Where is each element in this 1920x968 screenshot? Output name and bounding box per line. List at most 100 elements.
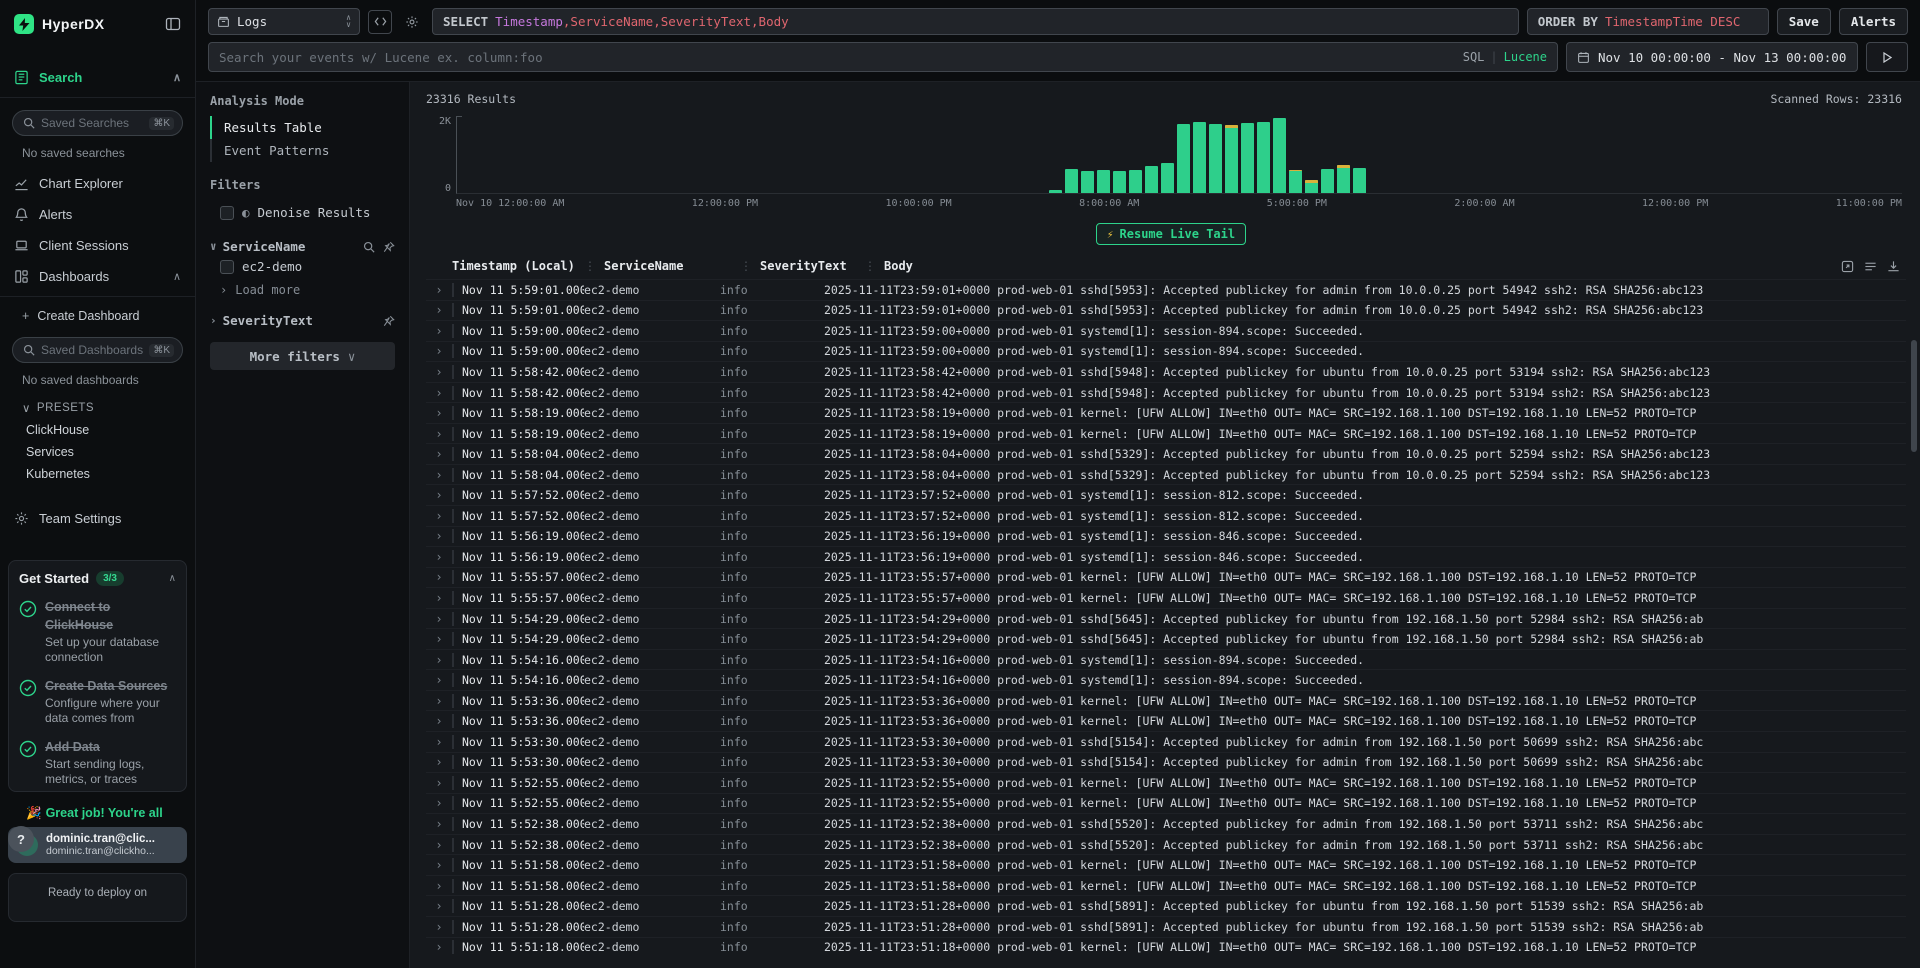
sidebar-item-client-sessions[interactable]: Client Sessions xyxy=(0,230,195,261)
row-expand-icon[interactable]: › xyxy=(426,694,452,708)
code-icon[interactable] xyxy=(368,10,392,34)
more-filters-button[interactable]: More filters ∨ xyxy=(210,342,395,370)
row-expand-icon[interactable]: › xyxy=(426,550,452,564)
pin-icon[interactable] xyxy=(383,315,395,327)
filter-value-ec2-demo[interactable]: ec2-demo xyxy=(210,254,395,279)
row-expand-icon[interactable]: › xyxy=(426,899,452,913)
table-row[interactable]: › Nov 11 5:54:16.000 PM ec2-demo info 20… xyxy=(426,649,1906,670)
histogram-bar[interactable] xyxy=(1097,170,1110,193)
table-row[interactable]: › Nov 11 5:53:36.000 PM ec2-demo info 20… xyxy=(426,690,1906,711)
table-row[interactable]: › Nov 11 5:52:38.000 PM ec2-demo info 20… xyxy=(426,834,1906,855)
row-expand-icon[interactable]: › xyxy=(426,735,452,749)
download-icon[interactable] xyxy=(1887,260,1900,273)
source-select[interactable]: Logs ∧∨ xyxy=(208,8,360,35)
pin-icon[interactable] xyxy=(383,241,395,253)
row-expand-icon[interactable]: › xyxy=(426,427,452,441)
column-grip-icon[interactable]: ⋮ xyxy=(584,259,596,273)
sidebar-item-team-settings[interactable]: Team Settings xyxy=(0,503,195,534)
preset-item[interactable]: Kubernetes xyxy=(0,463,195,485)
select-columns-input[interactable]: SELECT Timestamp ,ServiceName,SeverityTe… xyxy=(432,8,1519,35)
row-expand-icon[interactable]: › xyxy=(426,940,452,954)
deploy-banner[interactable]: Ready to deploy on xyxy=(8,873,187,922)
row-expand-icon[interactable]: › xyxy=(426,324,452,338)
row-expand-icon[interactable]: › xyxy=(426,817,452,831)
row-expand-icon[interactable]: › xyxy=(426,920,452,934)
mode-sql-toggle[interactable]: SQL xyxy=(1463,50,1485,64)
row-expand-icon[interactable]: › xyxy=(426,673,452,687)
table-row[interactable]: › Nov 11 5:51:28.000 PM ec2-demo info 20… xyxy=(426,895,1906,916)
table-row[interactable]: › Nov 11 5:57:52.000 PM ec2-demo info 20… xyxy=(426,484,1906,505)
sidebar-collapse-icon[interactable] xyxy=(165,16,181,32)
row-expand-icon[interactable]: › xyxy=(426,406,452,420)
denoise-results-checkbox[interactable]: ◐ Denoise Results xyxy=(210,200,395,225)
column-header-body[interactable]: Body xyxy=(884,259,1829,273)
table-row[interactable]: › Nov 11 5:58:04.000 PM ec2-demo info 20… xyxy=(426,464,1906,485)
row-expand-icon[interactable]: › xyxy=(426,386,452,400)
histogram-bar[interactable] xyxy=(1129,170,1142,193)
table-row[interactable]: › Nov 11 5:58:19.000 PM ec2-demo info 20… xyxy=(426,423,1906,444)
presets-toggle[interactable]: ∨ PRESETS xyxy=(0,395,195,419)
table-row[interactable]: › Nov 11 5:58:42.000 PM ec2-demo info 20… xyxy=(426,361,1906,382)
row-expand-icon[interactable]: › xyxy=(426,344,452,358)
table-row[interactable]: › Nov 11 5:53:30.000 PM ec2-demo info 20… xyxy=(426,731,1906,752)
popout-icon[interactable] xyxy=(1841,260,1854,273)
search-icon[interactable] xyxy=(363,241,375,253)
sidebar-item-dashboards[interactable]: Dashboards ∧ xyxy=(0,261,195,292)
table-row[interactable]: › Nov 11 5:58:19.000 PM ec2-demo info 20… xyxy=(426,402,1906,423)
table-row[interactable]: › Nov 11 5:51:58.000 PM ec2-demo info 20… xyxy=(426,875,1906,896)
table-row[interactable]: › Nov 11 5:54:29.000 PM ec2-demo info 20… xyxy=(426,628,1906,649)
checkbox[interactable] xyxy=(220,260,234,274)
alerts-button[interactable]: Alerts xyxy=(1839,8,1908,35)
row-expand-icon[interactable]: › xyxy=(426,283,452,297)
row-expand-icon[interactable]: › xyxy=(426,468,452,482)
row-expand-icon[interactable]: › xyxy=(426,653,452,667)
histogram-bar[interactable] xyxy=(1161,163,1174,193)
table-row[interactable]: › Nov 11 5:59:01.000 PM ec2-demo info 20… xyxy=(426,279,1906,300)
histogram-bar[interactable] xyxy=(1113,171,1126,193)
histogram-bar[interactable] xyxy=(1049,190,1062,193)
row-expand-icon[interactable]: › xyxy=(426,509,452,523)
run-query-button[interactable] xyxy=(1866,42,1908,72)
load-more-button[interactable]: › Load more xyxy=(210,279,395,299)
table-row[interactable]: › Nov 11 5:55:57.000 PM ec2-demo info 20… xyxy=(426,587,1906,608)
row-expand-icon[interactable]: › xyxy=(426,591,452,605)
resume-live-tail-button[interactable]: ⚡ Resume Live Tail xyxy=(1096,223,1246,245)
histogram-bar[interactable] xyxy=(1273,118,1286,193)
filter-group-servicename[interactable]: ∨ ServiceName xyxy=(210,239,395,254)
sidebar-item-alerts[interactable]: Alerts xyxy=(0,199,195,230)
gear-icon[interactable] xyxy=(400,10,424,34)
histogram-bar[interactable] xyxy=(1289,170,1302,193)
table-row[interactable]: › Nov 11 5:53:30.000 PM ec2-demo info 20… xyxy=(426,752,1906,773)
sidebar-item-search[interactable]: Search ∧ xyxy=(0,62,195,93)
chevron-up-icon[interactable]: ∧ xyxy=(173,270,181,283)
table-row[interactable]: › Nov 11 5:55:57.000 PM ec2-demo info 20… xyxy=(426,567,1906,588)
histogram-bar[interactable] xyxy=(1193,122,1206,193)
saved-dashboards-input[interactable]: Saved Dashboards ⌘K xyxy=(12,337,183,363)
row-expand-icon[interactable]: › xyxy=(426,755,452,769)
row-expand-icon[interactable]: › xyxy=(426,612,452,626)
histogram-bar[interactable] xyxy=(1177,124,1190,193)
column-grip-icon[interactable]: ⋮ xyxy=(740,259,752,273)
date-range-picker[interactable]: Nov 10 00:00:00 - Nov 13 00:00:00 xyxy=(1566,42,1858,72)
order-by-input[interactable]: ORDER BY TimestampTime DESC xyxy=(1527,8,1769,35)
table-scrollbar[interactable] xyxy=(1911,340,1917,452)
chevron-up-icon[interactable]: ∧ xyxy=(169,573,176,584)
histogram-bar[interactable] xyxy=(1353,168,1366,193)
column-grip-icon[interactable]: ⋮ xyxy=(864,259,876,273)
table-row[interactable]: › Nov 11 5:54:29.000 PM ec2-demo info 20… xyxy=(426,608,1906,629)
table-row[interactable]: › Nov 11 5:53:36.000 PM ec2-demo info 20… xyxy=(426,710,1906,731)
filter-group-severitytext[interactable]: › SeverityText xyxy=(210,313,395,328)
column-header-servicename[interactable]: ServiceName xyxy=(604,259,740,273)
table-row[interactable]: › Nov 11 5:57:52.000 PM ec2-demo info 20… xyxy=(426,505,1906,526)
preset-item[interactable]: ClickHouse xyxy=(0,419,195,441)
get-started-item[interactable]: Connect to ClickHouse Set up your databa… xyxy=(19,598,176,665)
help-button[interactable]: ? xyxy=(8,826,34,852)
saved-searches-input[interactable]: Saved Searches ⌘K xyxy=(12,110,183,136)
create-dashboard-button[interactable]: + Create Dashboard xyxy=(0,301,195,329)
histogram-bar[interactable] xyxy=(1145,166,1158,193)
row-expand-icon[interactable]: › xyxy=(426,447,452,461)
event-search-input[interactable]: Search your events w/ Lucene ex. column:… xyxy=(208,42,1558,72)
row-expand-icon[interactable]: › xyxy=(426,776,452,790)
table-row[interactable]: › Nov 11 5:51:18.000 PM ec2-demo info 20… xyxy=(426,937,1906,958)
get-started-item[interactable]: Add Data Start sending logs, metrics, or… xyxy=(19,738,176,787)
